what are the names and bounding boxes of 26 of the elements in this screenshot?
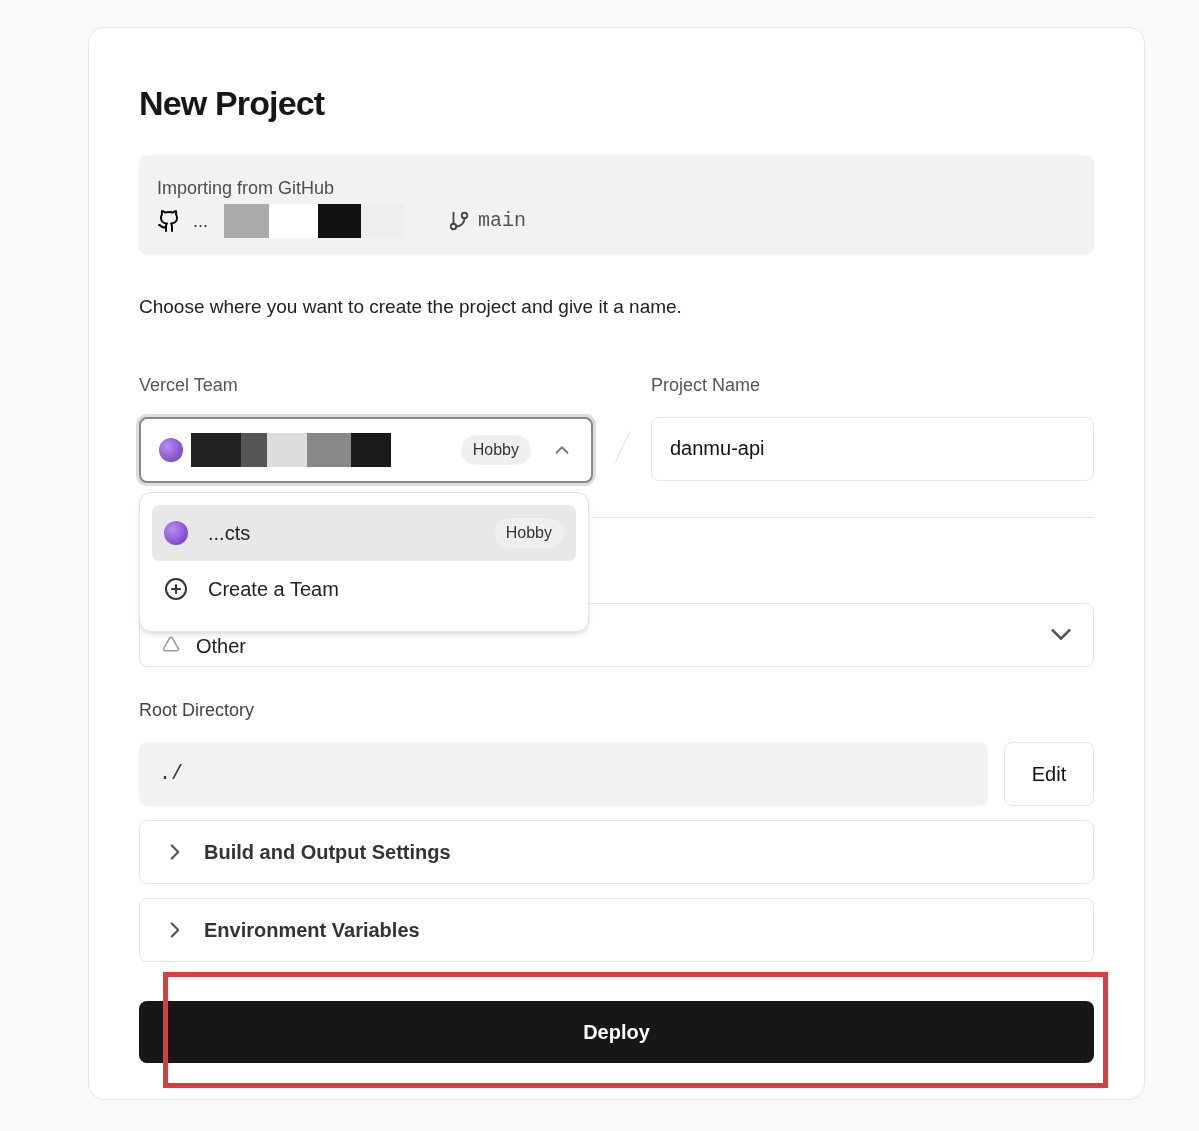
team-avatar-icon [159, 437, 183, 462]
github-icon [157, 209, 181, 233]
collapsible-section[interactable]: Build and Output Settings [139, 819, 1094, 884]
deploy-button[interactable]: Deploy [139, 1000, 1094, 1063]
repo-name: ... [193, 209, 208, 233]
collapsible-section[interactable]: Environment Variables [139, 897, 1094, 962]
branch-icon [448, 210, 470, 232]
root-directory-label: Root Directory [139, 698, 256, 722]
import-label: Importing from GitHub [157, 177, 336, 200]
page-title: New Project [139, 83, 326, 124]
edit-button[interactable]: Edit [1004, 741, 1094, 806]
project-name-label: Project Name [651, 373, 762, 397]
root-directory-field[interactable]: ./ [139, 741, 988, 806]
chevron-down-icon [1051, 629, 1071, 640]
team-select[interactable]: Hobby [139, 416, 593, 483]
framework-select[interactable]: Other [139, 602, 1094, 667]
team-label: Vercel Team [139, 373, 239, 397]
team-menu-item[interactable]: ...cts Hobby [152, 504, 576, 561]
team-avatar-icon [164, 520, 188, 545]
triangle-icon [162, 634, 180, 653]
project-name-field[interactable]: danmu-api [651, 416, 1094, 481]
plan-badge: Hobby [460, 434, 531, 465]
branch-name: main [478, 208, 527, 234]
plan-badge: Hobby [493, 517, 564, 548]
description-text: Choose where you want to create the project and give it a name. [139, 295, 683, 319]
plus-circle-icon [164, 576, 188, 601]
